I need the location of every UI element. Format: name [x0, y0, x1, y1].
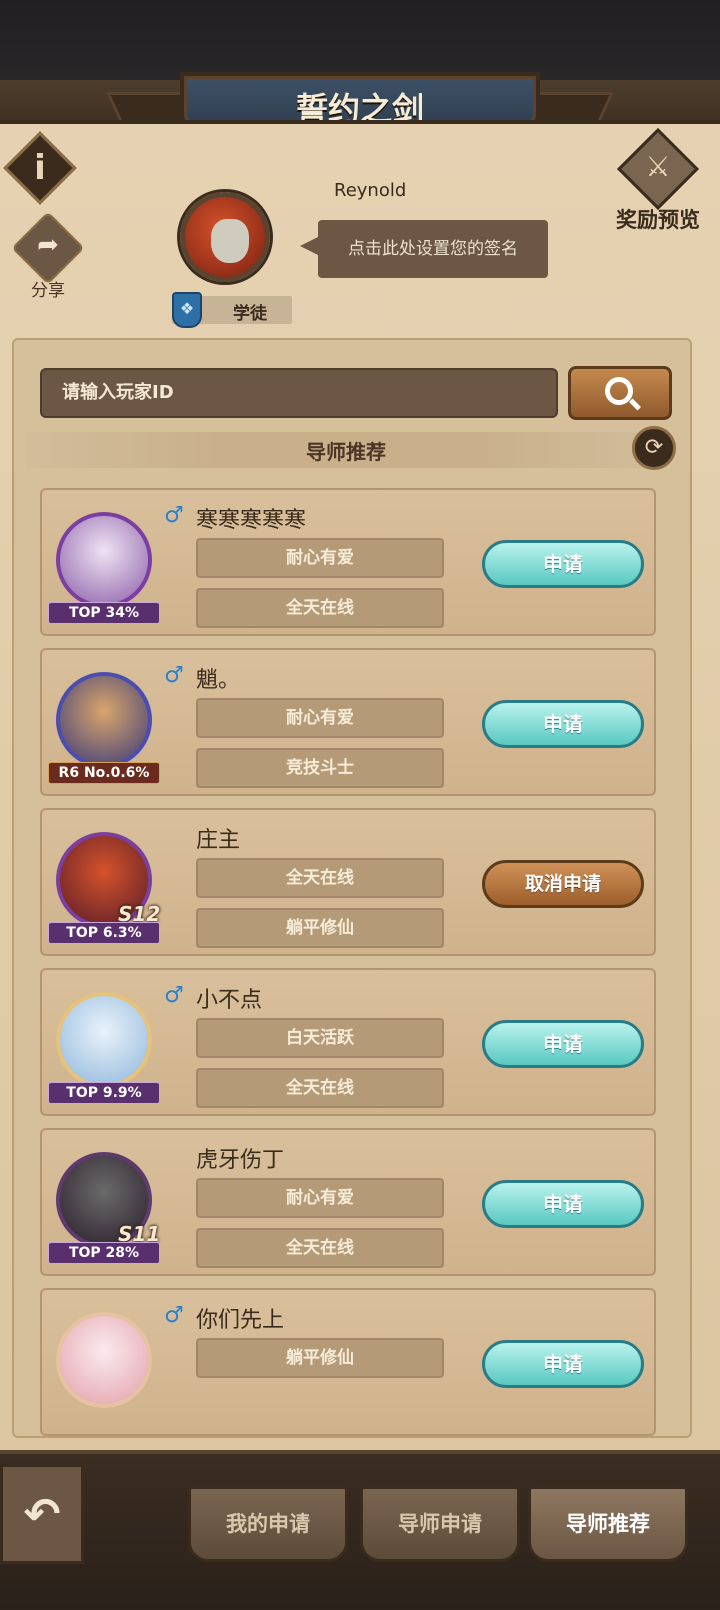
mentor-tag: 耐心有爱 — [196, 538, 444, 578]
apply-button[interactable]: 申请 — [482, 1180, 644, 1228]
mentor-name: 虎牙伤丁 — [196, 1148, 285, 1173]
share-button[interactable]: ➦ 分享 — [11, 211, 85, 301]
mentor-name: 小不点 — [196, 988, 263, 1013]
player-name: Reynold — [334, 180, 407, 201]
mentor-tag: 全天在线 — [196, 588, 444, 628]
rank-label: 学徒 — [233, 304, 267, 324]
player-avatar[interactable] — [180, 192, 270, 282]
mentor-avatar[interactable] — [56, 672, 152, 768]
share-icon[interactable]: ➦ — [22, 230, 74, 260]
mentor-rank-tag: R6 No.0.6% — [48, 762, 160, 784]
mentor-tag: 全天在线 — [196, 1228, 444, 1268]
refresh-icon[interactable]: ⟳ — [632, 426, 676, 470]
male-icon: ♂ — [164, 1303, 184, 1328]
apply-button[interactable]: 申请 — [482, 700, 644, 748]
back-arrow-icon[interactable]: ↶ — [0, 1464, 84, 1564]
mentor-tag: 躺平修仙 — [196, 908, 444, 948]
mentor-row: R6 No.0.6% ♂ 魈。 耐心有爱 竞技斗士 申请 — [40, 648, 656, 796]
player-id-input[interactable]: 请输入玩家ID — [40, 368, 558, 418]
apply-button[interactable]: 申请 — [482, 1020, 644, 1068]
section-title: 导师推荐 — [306, 440, 386, 464]
mentor-avatar[interactable] — [56, 1312, 152, 1408]
mentor-rank-tag: TOP 9.9% — [48, 1082, 160, 1104]
info-icon[interactable]: i — [14, 142, 66, 194]
tab-my-applications[interactable]: 我的申请 — [188, 1486, 348, 1562]
tab-mentor-recommend[interactable]: 导师推荐 — [528, 1486, 688, 1562]
mentor-row: TOP 34% ♂ 寒寒寒寒寒 耐心有爱 全天在线 申请 — [40, 488, 656, 636]
apply-button[interactable]: 申请 — [482, 1340, 644, 1388]
apply-button[interactable]: 申请 — [482, 540, 644, 588]
tab-mentor-applications[interactable]: 导师申请 — [360, 1486, 520, 1562]
mentor-row: S11 TOP 28% 虎牙伤丁 耐心有爱 全天在线 申请 — [40, 1128, 656, 1276]
mentor-tag: 竞技斗士 — [196, 748, 444, 788]
mentor-avatar[interactable] — [56, 992, 152, 1088]
reward-preview-button[interactable]: ⚔ 奖励预览 — [608, 127, 708, 234]
mentor-row: TOP 9.9% ♂ 小不点 白天活跃 全天在线 申请 — [40, 968, 656, 1116]
mentor-row: S12 TOP 6.3% 庄主 全天在线 躺平修仙 取消申请 — [40, 808, 656, 956]
male-icon: ♂ — [164, 983, 184, 1008]
mentor-tag: 耐心有爱 — [196, 1178, 444, 1218]
mentor-rank-tag: TOP 34% — [48, 602, 160, 624]
male-icon: ♂ — [164, 503, 184, 528]
search-button[interactable] — [568, 366, 672, 420]
mentor-row: ♂ 你们先上 躺平修仙 申请 — [40, 1288, 656, 1436]
mentor-list[interactable]: TOP 34% ♂ 寒寒寒寒寒 耐心有爱 全天在线 申请 R6 No.0.6% … — [0, 488, 720, 1442]
signature-field[interactable]: 点击此处设置您的签名 — [318, 220, 548, 278]
signature-bubble-tail — [300, 236, 320, 256]
mentor-tag: 白天活跃 — [196, 1018, 444, 1058]
cancel-apply-button[interactable]: 取消申请 — [482, 860, 644, 908]
male-icon: ♂ — [164, 663, 184, 688]
mentor-name: 寒寒寒寒寒 — [196, 508, 307, 533]
avatar-face — [211, 219, 249, 263]
mentor-tag: 耐心有爱 — [196, 698, 444, 738]
mentor-tag: 全天在线 — [196, 1068, 444, 1108]
shield-icon: ❖ — [172, 292, 202, 328]
mentor-avatar[interactable] — [56, 512, 152, 608]
mentor-name: 魈。 — [196, 668, 241, 693]
mentor-rank-tag: TOP 28% — [48, 1242, 160, 1264]
crossed-swords-icon[interactable]: ⚔ — [608, 150, 708, 183]
mentor-name: 庄主 — [196, 828, 241, 853]
mentor-name: 你们先上 — [196, 1308, 285, 1333]
mentor-rank-tag: TOP 6.3% — [48, 922, 160, 944]
search-icon[interactable] — [605, 377, 633, 405]
mentor-tag: 全天在线 — [196, 858, 444, 898]
mentor-tag: 躺平修仙 — [196, 1338, 444, 1378]
